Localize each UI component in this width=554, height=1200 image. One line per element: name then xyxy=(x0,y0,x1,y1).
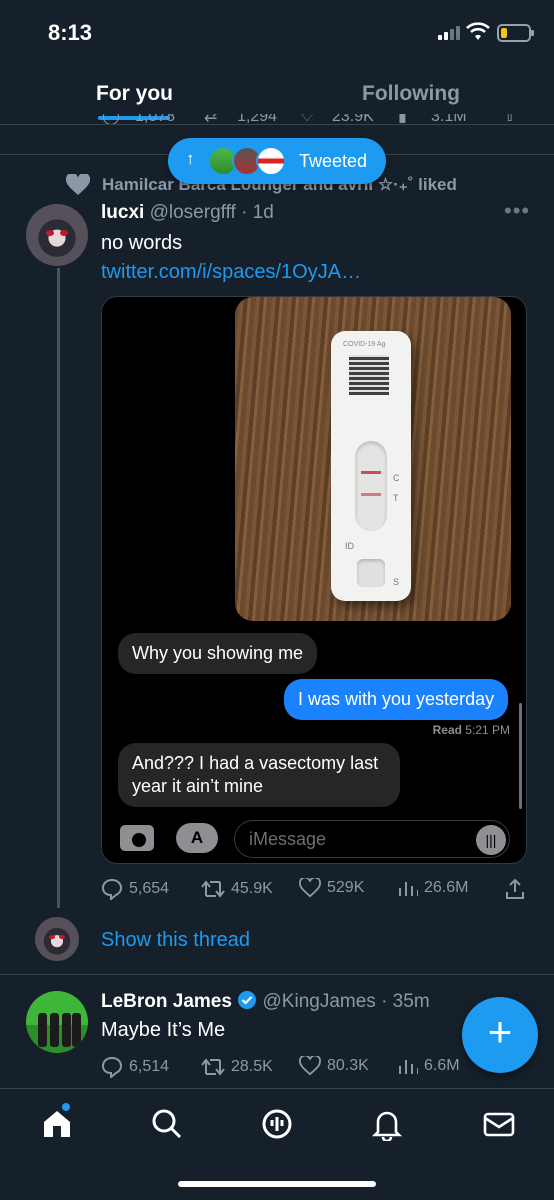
tweet-text: no words xyxy=(101,232,183,254)
views-icon xyxy=(399,882,418,896)
tweet-actions: 5,654 45.9K 529K 26.6M xyxy=(101,878,531,904)
message-bubble: I was with you yesterday xyxy=(284,679,509,720)
tweet-actions: 6,514 28.5K 80.3K 6.6M xyxy=(101,1056,531,1082)
scroll-indicator xyxy=(519,703,522,809)
heart-icon xyxy=(299,878,321,898)
tweet-time: · 35m xyxy=(381,991,430,1012)
camera-icon xyxy=(120,825,154,851)
qr-code xyxy=(349,355,389,395)
retweet-button[interactable]: 45.9K xyxy=(201,878,273,900)
home-indicator xyxy=(178,1181,376,1187)
pill-avatar xyxy=(256,146,286,176)
views-button[interactable]: 6.6M xyxy=(398,1056,460,1076)
search-icon[interactable] xyxy=(150,1107,184,1141)
pill-label: Tweeted xyxy=(299,151,368,171)
cellular-signal-icon xyxy=(438,26,460,40)
compose-tweet-button[interactable]: + xyxy=(462,997,538,1073)
tweet-header: LeBron James @KingJames · 35m xyxy=(101,990,430,1013)
wifi-icon xyxy=(466,22,490,40)
tweet-author-handle[interactable]: @losergfff xyxy=(150,202,236,223)
tab-following[interactable]: Following xyxy=(362,82,460,106)
like-button[interactable]: 529K xyxy=(299,878,364,898)
new-tweets-pill[interactable]: ↑ Tweeted xyxy=(168,138,386,184)
avatar[interactable] xyxy=(26,204,88,266)
heart-icon xyxy=(299,1056,321,1076)
spaces-icon[interactable] xyxy=(260,1107,294,1141)
tweet-link[interactable]: twitter.com/i/spaces/1OyJA… xyxy=(101,261,361,284)
bell-icon[interactable] xyxy=(370,1107,404,1141)
share-icon xyxy=(506,878,524,899)
read-receipt: Read 5:21 PM xyxy=(432,723,510,737)
verified-badge-icon xyxy=(238,991,257,1009)
tweet-author-name[interactable]: lucxi xyxy=(101,202,144,223)
message-bubble: And??? I had a vasectomy last year it ai… xyxy=(118,743,400,807)
mail-icon[interactable] xyxy=(482,1107,516,1141)
header-divider xyxy=(0,124,554,125)
tweet-text: Maybe It’s Me xyxy=(101,1019,226,1041)
avatar[interactable] xyxy=(35,917,79,961)
audio-waveform-icon: ||| xyxy=(476,825,506,855)
appstore-icon: A xyxy=(176,823,218,853)
message-bubble: Why you showing me xyxy=(118,633,318,674)
show-thread-link[interactable]: Show this thread xyxy=(101,929,250,952)
retweet-button[interactable]: 28.5K xyxy=(201,1056,273,1078)
views-button[interactable]: 26.6M xyxy=(398,878,468,898)
test-photo: COVID-19 Ag C T ID S xyxy=(235,297,511,621)
tweet-time: · 1d xyxy=(241,202,274,223)
retweet-icon xyxy=(201,1058,225,1076)
status-time: 8:13 xyxy=(48,20,93,45)
reply-icon xyxy=(101,878,123,900)
status-bar: 8:13 xyxy=(0,0,554,64)
tweet-header: lucxi @losergfff · 1d xyxy=(101,202,274,224)
more-options-icon[interactable]: ••• xyxy=(504,198,530,224)
battery-icon xyxy=(497,24,534,42)
reply-button[interactable]: 6,514 xyxy=(101,1056,169,1078)
heart-icon xyxy=(66,174,90,195)
tweet-divider xyxy=(0,974,554,975)
avatar[interactable] xyxy=(26,991,88,1053)
share-button[interactable] xyxy=(505,878,525,900)
thread-line xyxy=(57,268,60,908)
reply-icon xyxy=(101,1056,123,1078)
previous-tweet-actions: ◯ 1,078 ⇄ 1,294 ♡ 23.9K ▮ 3.1M ⇧ xyxy=(0,114,554,132)
notification-dot xyxy=(62,1103,70,1111)
reply-button[interactable]: 5,654 xyxy=(101,878,169,900)
like-button[interactable]: 80.3K xyxy=(299,1056,369,1076)
covid-test-cassette: COVID-19 Ag C T ID S xyxy=(331,331,411,601)
tweet-author-handle[interactable]: @KingJames xyxy=(263,991,376,1012)
tweet-author-name[interactable]: LeBron James xyxy=(101,991,232,1012)
retweet-icon xyxy=(201,880,225,898)
home-icon[interactable] xyxy=(40,1107,74,1141)
arrow-up-icon: ↑ xyxy=(186,149,195,168)
imessage-compose-bar: A iMessage ||| xyxy=(102,815,526,863)
tweet-media-image[interactable]: COVID-19 Ag C T ID S Why you showing me … xyxy=(101,296,527,864)
imessage-input: iMessage xyxy=(234,820,510,858)
tab-for-you[interactable]: For you xyxy=(96,82,173,106)
views-icon xyxy=(399,1060,418,1074)
